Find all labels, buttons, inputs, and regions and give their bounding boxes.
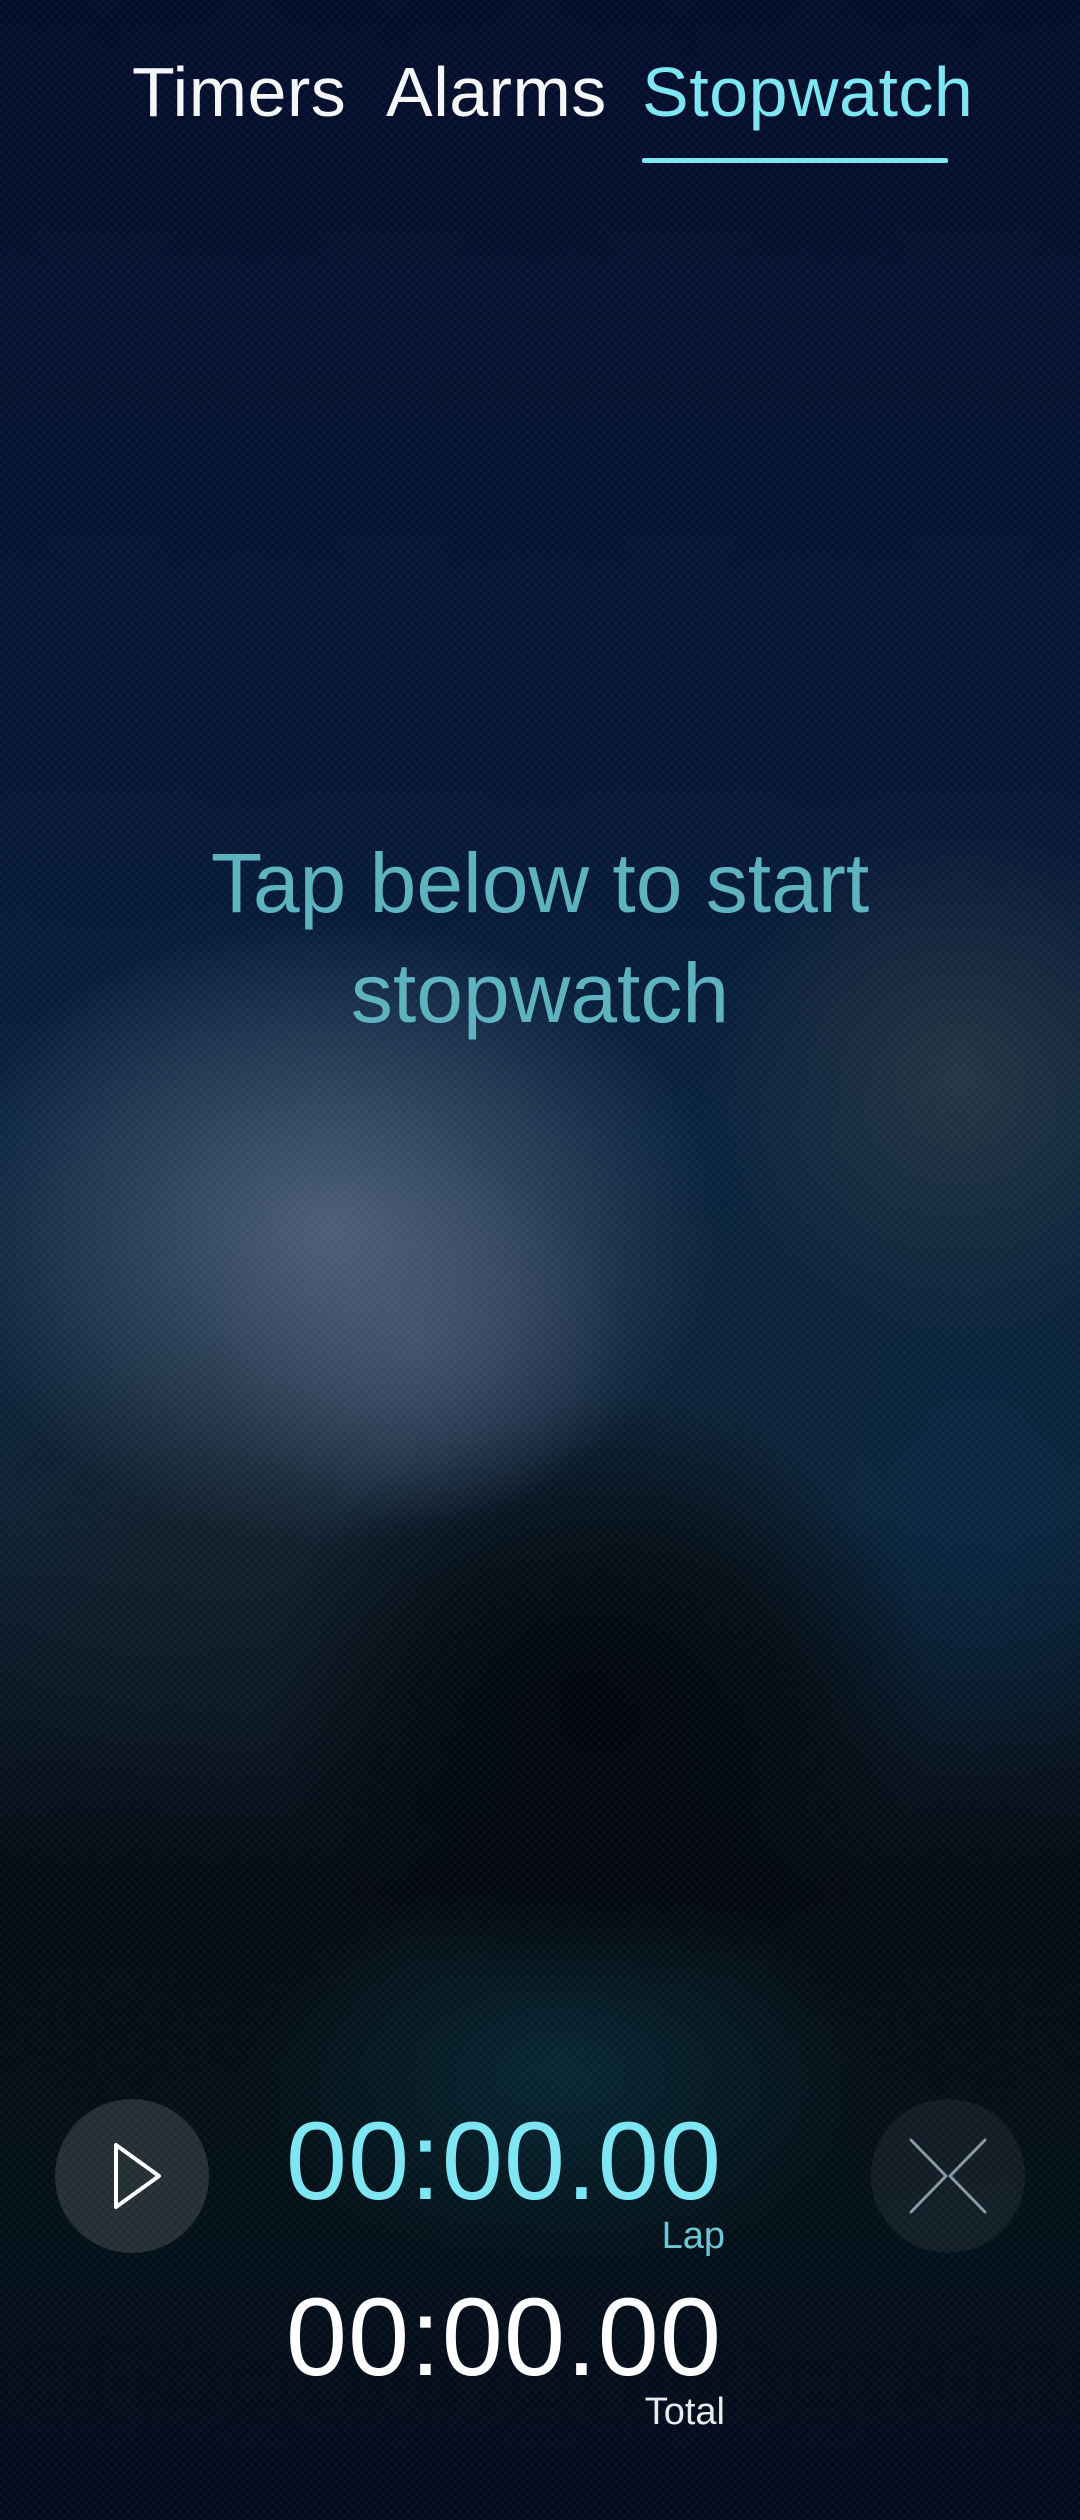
total-label: Total <box>644 2391 725 2433</box>
start-hint-line-1: Tap below to start <box>210 836 870 930</box>
tab-alarms[interactable]: Alarms <box>386 52 607 132</box>
tab-stopwatch[interactable]: Stopwatch <box>642 52 973 132</box>
lap-label: Lap <box>661 2215 725 2257</box>
start-button[interactable] <box>55 2099 209 2253</box>
total-time: 00:00.00 <box>285 2276 722 2399</box>
tab-timers[interactable]: Timers <box>132 52 346 132</box>
start-hint: Tap below to start stopwatch <box>140 828 940 1048</box>
tab-bar: Timers Alarms Stopwatch <box>0 0 1080 180</box>
play-icon <box>114 2143 161 2209</box>
start-hint-line-2: stopwatch <box>350 946 730 1040</box>
lap-button[interactable] <box>871 2099 1025 2253</box>
lap-icon <box>909 2138 987 2214</box>
active-tab-indicator <box>642 158 948 163</box>
lap-time: 00:00.00 <box>285 2100 722 2223</box>
